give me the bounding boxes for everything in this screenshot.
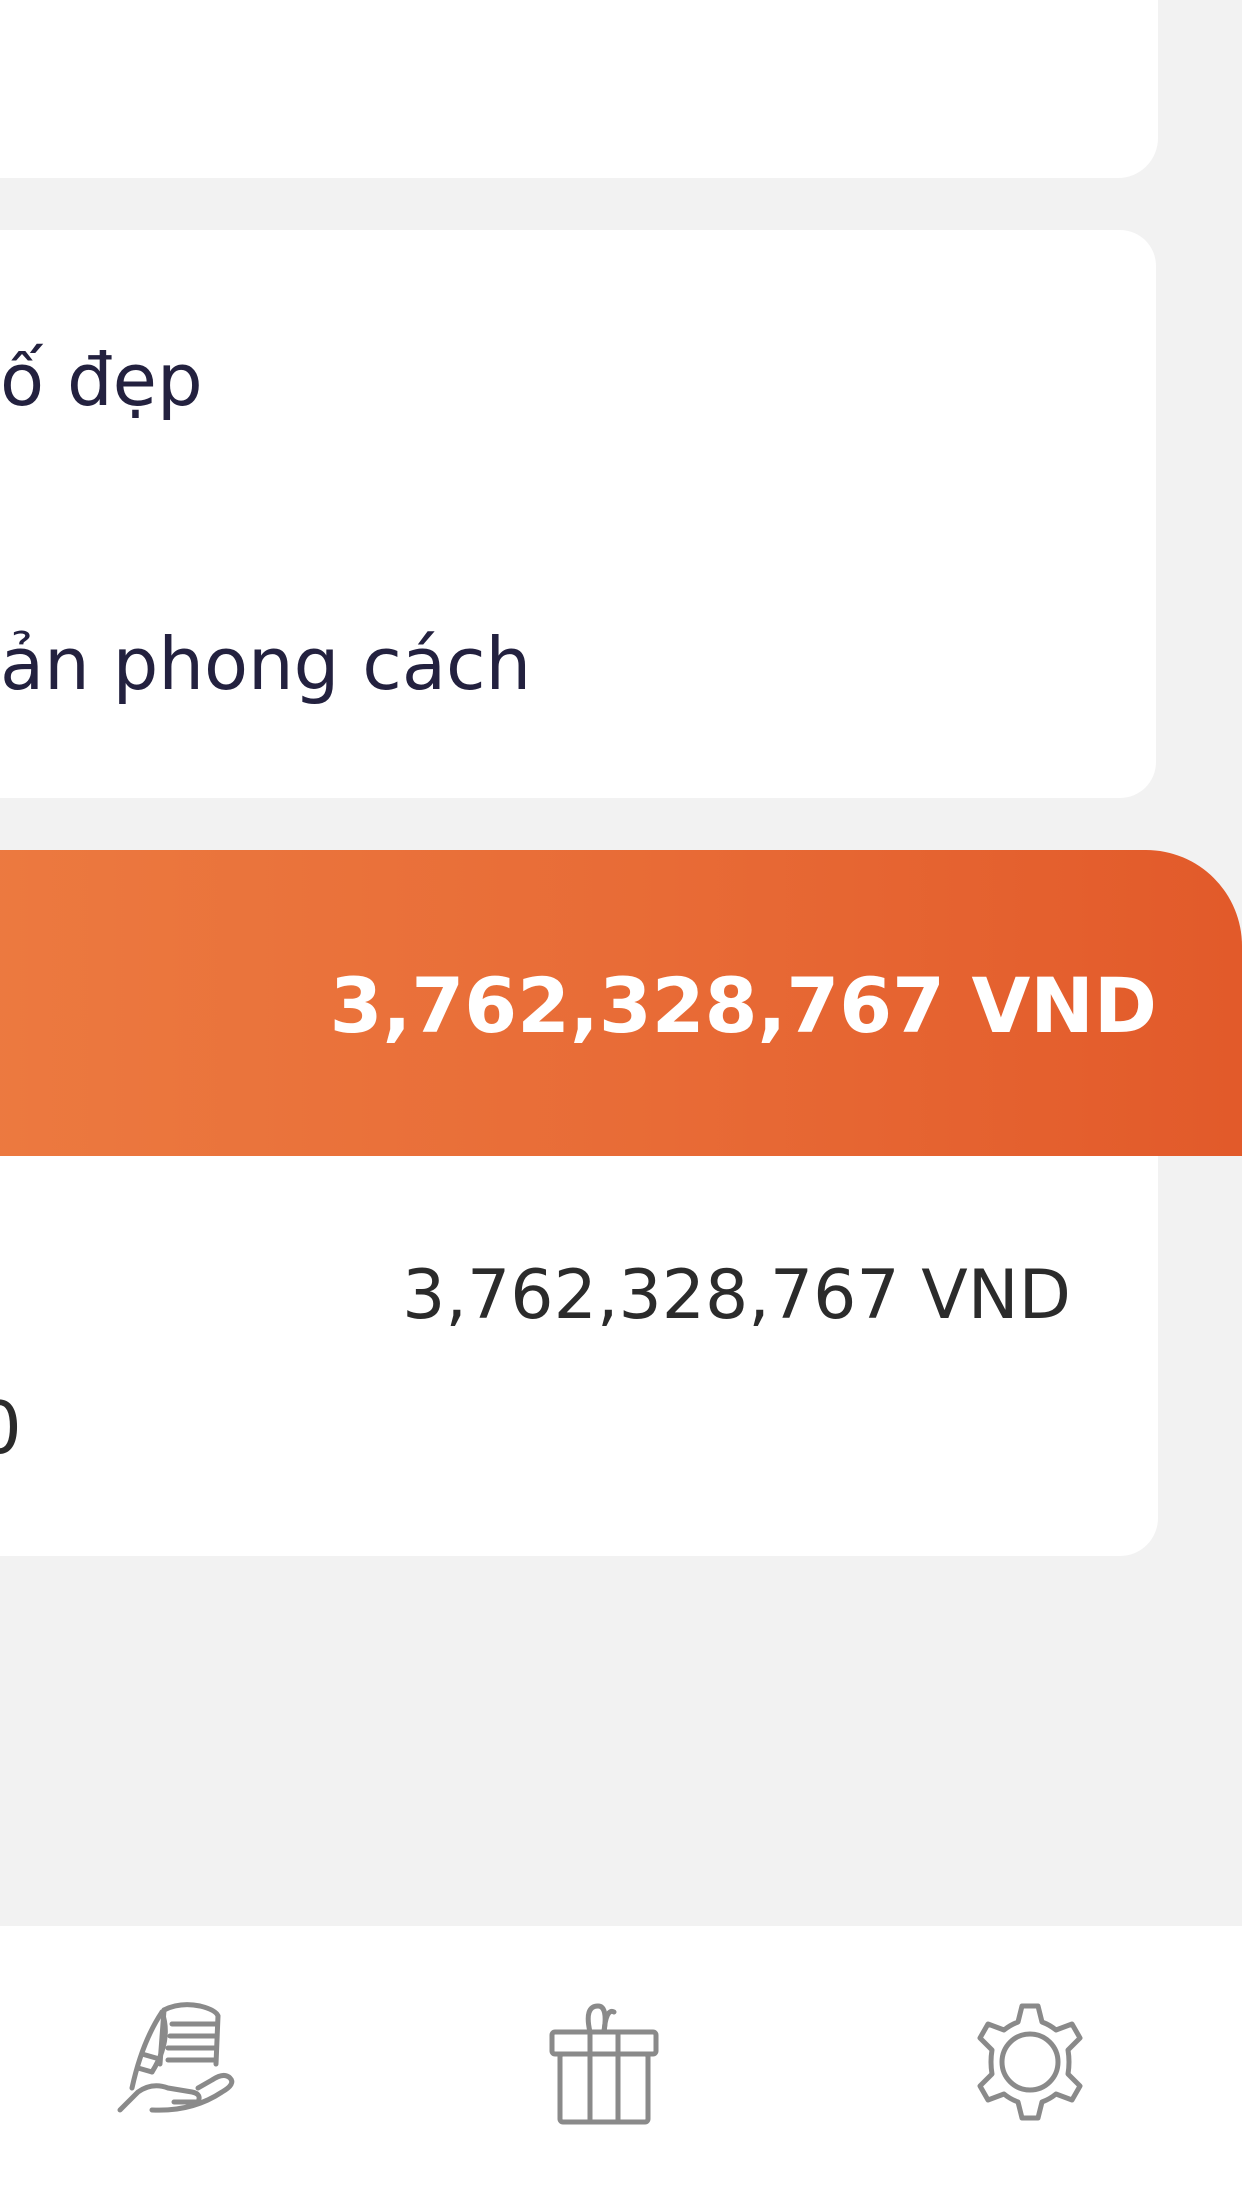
gift-icon bbox=[549, 2003, 659, 2125]
nav-item-gift[interactable] bbox=[494, 1926, 714, 2208]
gear-icon bbox=[977, 2003, 1083, 2121]
nav-item-savings[interactable] bbox=[72, 1926, 292, 2208]
detail-value-fragment: 0 bbox=[0, 1392, 22, 1464]
total-amount: 3,762,328,767 VND bbox=[329, 961, 1157, 1050]
detail-card bbox=[0, 1156, 1158, 1556]
option-beautiful-number[interactable]: ố đẹp bbox=[0, 344, 203, 416]
top-card bbox=[0, 0, 1158, 178]
bottom-nav bbox=[0, 1926, 1242, 2208]
option-style[interactable]: ản phong cách bbox=[0, 628, 531, 700]
detail-amount: 3,762,328,767 VND bbox=[402, 1256, 1071, 1335]
savings-hand-icon bbox=[117, 2002, 235, 2113]
options-card bbox=[0, 230, 1156, 798]
nav-item-settings[interactable] bbox=[920, 1926, 1140, 2208]
